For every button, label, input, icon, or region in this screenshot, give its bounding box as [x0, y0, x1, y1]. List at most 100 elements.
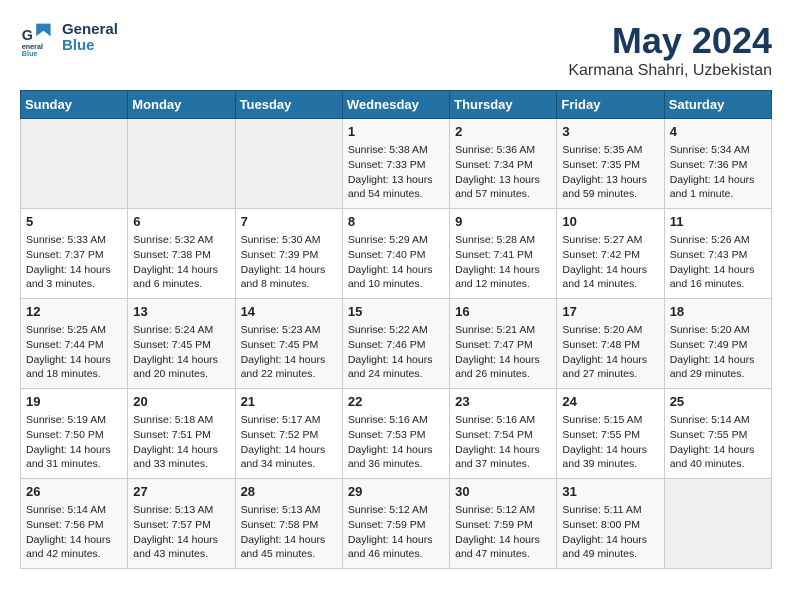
day-cell-18: 18Sunrise: 5:20 AMSunset: 7:49 PMDayligh…: [664, 299, 771, 389]
day-cell-20: 20Sunrise: 5:18 AMSunset: 7:51 PMDayligh…: [128, 389, 235, 479]
week-row-3: 12Sunrise: 5:25 AMSunset: 7:44 PMDayligh…: [21, 299, 772, 389]
day-number: 18: [670, 303, 766, 321]
weekday-header-row: SundayMondayTuesdayWednesdayThursdayFrid…: [21, 91, 772, 119]
day-info-text: Daylight: 14 hours and 27 minutes.: [562, 353, 658, 382]
day-info-text: Sunset: 7:58 PM: [241, 518, 337, 533]
day-number: 16: [455, 303, 551, 321]
day-info-text: Sunrise: 5:20 AM: [670, 323, 766, 338]
day-info-text: Daylight: 14 hours and 34 minutes.: [241, 443, 337, 472]
day-number: 8: [348, 213, 444, 231]
day-info-text: Sunrise: 5:17 AM: [241, 413, 337, 428]
day-info-text: Daylight: 14 hours and 49 minutes.: [562, 533, 658, 562]
week-row-1: 1 Sunrise: 5:38 AMSunset: 7:33 PM Daylight…: [21, 119, 772, 209]
day-info-text: Sunrise: 5:36 AM: [455, 143, 551, 158]
day-info-text: Sunrise: 5:30 AM: [241, 233, 337, 248]
day-number: 1: [348, 123, 444, 141]
day-info-text: Sunset: 7:45 PM: [133, 338, 229, 353]
day-number: 12: [26, 303, 122, 321]
day-info-text: Sunrise: 5:16 AM: [455, 413, 551, 428]
day-info-text: Daylight: 14 hours and 20 minutes.: [133, 353, 229, 382]
week-row-5: 26Sunrise: 5:14 AMSunset: 7:56 PMDayligh…: [21, 479, 772, 569]
day-info-text: Sunrise: 5:29 AM: [348, 233, 444, 248]
day-number: 17: [562, 303, 658, 321]
logo-icon: G eneral Blue: [20, 20, 56, 56]
day-info-text: Sunrise: 5:38 AM: [348, 143, 444, 158]
day-info-text: Sunrise: 5:14 AM: [670, 413, 766, 428]
day-cell-19: 19Sunrise: 5:19 AMSunset: 7:50 PMDayligh…: [21, 389, 128, 479]
logo-blue: Blue: [62, 38, 118, 55]
day-number: 14: [241, 303, 337, 321]
day-number: 21: [241, 393, 337, 411]
day-number: 11: [670, 213, 766, 231]
day-cell-4: 4Sunrise: 5:34 AMSunset: 7:36 PMDaylight…: [664, 119, 771, 209]
day-cell-28: 28Sunrise: 5:13 AMSunset: 7:58 PMDayligh…: [235, 479, 342, 569]
day-info-text: Sunrise: 5:18 AM: [133, 413, 229, 428]
day-info-text: Sunset: 7:37 PM: [26, 248, 122, 263]
day-info-text: Sunrise: 5:27 AM: [562, 233, 658, 248]
day-info-text: Sunset: 7:44 PM: [26, 338, 122, 353]
day-info-text: Sunset: 7:56 PM: [26, 518, 122, 533]
day-info-text: Sunrise: 5:24 AM: [133, 323, 229, 338]
day-info-text: Daylight: 14 hours and 1 minute.: [670, 173, 766, 202]
day-info-text: Daylight: 14 hours and 31 minutes.: [26, 443, 122, 472]
day-info-text: Sunrise: 5:21 AM: [455, 323, 551, 338]
day-cell-12: 12Sunrise: 5:25 AMSunset: 7:44 PMDayligh…: [21, 299, 128, 389]
day-number: 5: [26, 213, 122, 231]
day-info-text: Sunset: 7:42 PM: [562, 248, 658, 263]
day-info-text: Sunrise: 5:34 AM: [670, 143, 766, 158]
day-info-text: Sunrise: 5:33 AM: [26, 233, 122, 248]
day-info-text: Daylight: 14 hours and 47 minutes.: [455, 533, 551, 562]
empty-cell: [128, 119, 235, 209]
day-info-text: Sunset: 7:49 PM: [670, 338, 766, 353]
day-info-text: Daylight: 14 hours and 14 minutes.: [562, 263, 658, 292]
day-cell-17: 17Sunrise: 5:20 AMSunset: 7:48 PMDayligh…: [557, 299, 664, 389]
day-info-text: Daylight: 14 hours and 3 minutes.: [26, 263, 122, 292]
weekday-header-monday: Monday: [128, 91, 235, 119]
day-info-text: Daylight: 14 hours and 45 minutes.: [241, 533, 337, 562]
weekday-header-saturday: Saturday: [664, 91, 771, 119]
day-info-text: Sunset: 7:45 PM: [241, 338, 337, 353]
day-info-text: Daylight: 14 hours and 6 minutes.: [133, 263, 229, 292]
day-info-text: Sunset: 7:55 PM: [670, 428, 766, 443]
day-info-text: Sunset: 7:59 PM: [348, 518, 444, 533]
day-number: 31: [562, 483, 658, 501]
day-number: 15: [348, 303, 444, 321]
day-cell-11: 11Sunrise: 5:26 AMSunset: 7:43 PMDayligh…: [664, 209, 771, 299]
day-info-text: Daylight: 14 hours and 8 minutes.: [241, 263, 337, 292]
day-cell-30: 30Sunrise: 5:12 AMSunset: 7:59 PMDayligh…: [450, 479, 557, 569]
day-number: 2: [455, 123, 551, 141]
day-number: 28: [241, 483, 337, 501]
day-info-text: Sunset: 7:40 PM: [348, 248, 444, 263]
day-cell-21: 21Sunrise: 5:17 AMSunset: 7:52 PMDayligh…: [235, 389, 342, 479]
day-info-text: Sunset: 7:33 PM: [348, 158, 444, 173]
svg-text:Blue: Blue: [22, 49, 38, 56]
day-number: 22: [348, 393, 444, 411]
day-info-text: Daylight: 14 hours and 16 minutes.: [670, 263, 766, 292]
day-number: 3: [562, 123, 658, 141]
day-number: 23: [455, 393, 551, 411]
day-info-text: Daylight: 13 hours and 59 minutes.: [562, 173, 658, 202]
day-info-text: Sunset: 7:36 PM: [670, 158, 766, 173]
day-info-text: Sunset: 7:54 PM: [455, 428, 551, 443]
day-info-text: Sunrise: 5:15 AM: [562, 413, 658, 428]
day-info-text: Sunset: 7:39 PM: [241, 248, 337, 263]
day-info-text: Sunset: 7:46 PM: [348, 338, 444, 353]
week-row-2: 5Sunrise: 5:33 AMSunset: 7:37 PMDaylight…: [21, 209, 772, 299]
day-cell-31: 31Sunrise: 5:11 AMSunset: 8:00 PMDayligh…: [557, 479, 664, 569]
day-cell-7: 7Sunrise: 5:30 AMSunset: 7:39 PMDaylight…: [235, 209, 342, 299]
day-info-text: Sunset: 7:55 PM: [562, 428, 658, 443]
day-info-text: Sunset: 7:51 PM: [133, 428, 229, 443]
day-cell-1: 1Sunrise: 5:38 AMSunset: 7:33 PMDaylight…: [342, 119, 449, 209]
day-cell-2: 2Sunrise: 5:36 AMSunset: 7:34 PMDaylight…: [450, 119, 557, 209]
day-cell-29: 29Sunrise: 5:12 AMSunset: 7:59 PMDayligh…: [342, 479, 449, 569]
weekday-header-thursday: Thursday: [450, 91, 557, 119]
day-info-text: Daylight: 14 hours and 18 minutes.: [26, 353, 122, 382]
weekday-header-friday: Friday: [557, 91, 664, 119]
day-number: 30: [455, 483, 551, 501]
empty-cell: [235, 119, 342, 209]
day-info-text: Daylight: 14 hours and 40 minutes.: [670, 443, 766, 472]
day-info-text: Daylight: 14 hours and 42 minutes.: [26, 533, 122, 562]
day-info-text: Sunrise: 5:26 AM: [670, 233, 766, 248]
empty-cell: [664, 479, 771, 569]
day-number: 13: [133, 303, 229, 321]
